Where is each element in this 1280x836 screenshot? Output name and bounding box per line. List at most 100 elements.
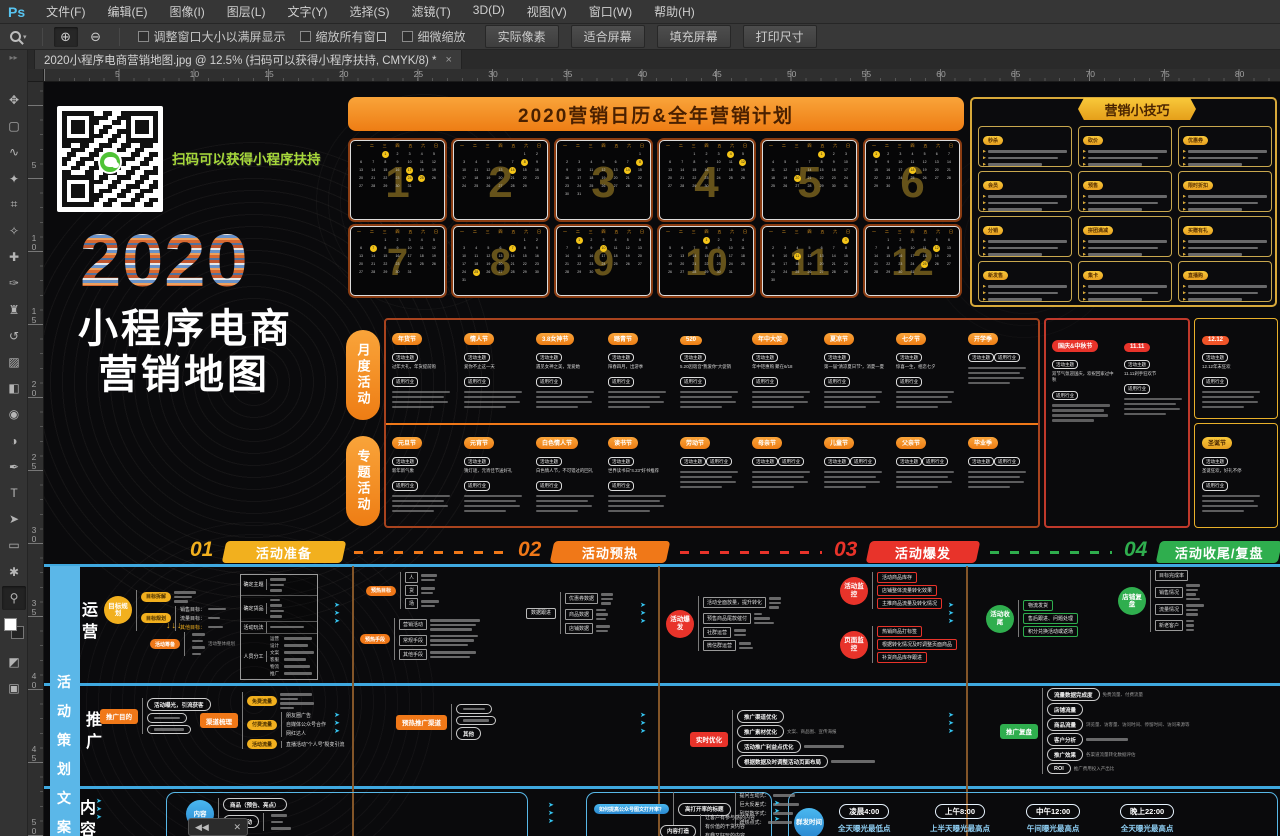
crop-tool[interactable]: ⌗ xyxy=(2,193,26,217)
mindmap-branch xyxy=(189,639,205,644)
date-cell: 4 xyxy=(906,150,918,158)
gradient-tool[interactable]: ◧ xyxy=(2,376,26,400)
menu-3D(D)[interactable]: 3D(D) xyxy=(462,0,516,23)
brush-tool[interactable]: ✑ xyxy=(2,271,26,295)
mindmap-branch: 根据转化情况及时调整页面商品 xyxy=(877,639,957,650)
rewind-icon[interactable]: ◀◀ xyxy=(195,822,209,833)
foreground-color-swatch[interactable] xyxy=(4,618,17,631)
floating-controls[interactable]: ◀◀ ✕ xyxy=(188,818,248,836)
date: 6 xyxy=(669,160,671,164)
date-cell: 31 xyxy=(404,182,416,190)
date-cell: 3 xyxy=(404,236,416,244)
menu-文字(Y)[interactable]: 文字(Y) xyxy=(276,0,338,23)
menu-窗口(W)[interactable]: 窗口(W) xyxy=(578,0,643,23)
weekday: 四 xyxy=(910,143,914,149)
button-实际像素[interactable]: 实际像素 xyxy=(485,25,559,48)
date-cell: 24 xyxy=(458,182,470,190)
mindmap-branch: 微信群运营 xyxy=(703,640,781,651)
calendar-month: 5一二三四五六日12345678910111213141516171819202… xyxy=(762,140,857,220)
date-cell: 14 xyxy=(507,252,519,260)
date: 29 xyxy=(523,184,527,188)
sub-row: 物流 xyxy=(270,664,314,670)
weekday-header: 一二三四五六日 xyxy=(664,229,749,236)
mindmap-branch: 人 xyxy=(405,572,439,583)
menu-文件(F)[interactable]: 文件(F) xyxy=(35,0,96,23)
event-name: 踏青节 xyxy=(608,333,638,345)
marquee-tool[interactable]: ▢ xyxy=(2,114,26,138)
date-cell: 11 xyxy=(470,252,482,260)
dodge-tool[interactable]: ◑ xyxy=(2,429,26,453)
menu-滤镜(T)[interactable]: 滤镜(T) xyxy=(400,0,461,23)
event-column: 12.12活动主题12.12年末狂欢适用行业 xyxy=(1202,328,1272,411)
weekday: 一 xyxy=(872,229,876,235)
checkbox-icon xyxy=(300,31,311,42)
option-checkbox[interactable]: 缩放所有窗口 xyxy=(300,28,388,45)
zoom-in-button[interactable]: ⊕ xyxy=(54,27,78,47)
menu-视图(V)[interactable]: 视图(V) xyxy=(516,0,578,23)
date-cell: 25 xyxy=(919,260,931,268)
skeleton-line xyxy=(1186,593,1196,596)
menu-图层(L)[interactable]: 图层(L) xyxy=(216,0,277,23)
menu-帮助(H)[interactable]: 帮助(H) xyxy=(643,0,706,23)
highlighted-date: 20 xyxy=(794,175,801,182)
option-checkbox[interactable]: 调整窗口大小以满屏显示 xyxy=(138,28,286,45)
theme-text: 白色情人节，不可错过的回礼 xyxy=(536,468,602,474)
date: 6 xyxy=(500,246,502,250)
date: 27 xyxy=(935,176,939,180)
move-tool[interactable]: ✥ xyxy=(2,88,26,112)
mindmap-children: 目标完成率销售情况流量情况新老客户 xyxy=(1150,570,1204,632)
bullet-icon xyxy=(1083,156,1086,159)
button-填充屏幕[interactable]: 填充屏幕 xyxy=(657,25,731,48)
eraser-tool[interactable]: ▨ xyxy=(2,350,26,374)
path-select-tool[interactable]: ➤ xyxy=(2,507,26,531)
date: 13 xyxy=(680,254,684,258)
lasso-tool[interactable]: ∿ xyxy=(2,140,26,164)
weekday: 日 xyxy=(640,229,644,235)
weekday: 六 xyxy=(936,143,940,149)
bullet-icon xyxy=(1083,150,1086,153)
date-cell: 27 xyxy=(355,268,367,276)
blur-tool[interactable]: ◉ xyxy=(2,402,26,426)
button-打印尺寸[interactable]: 打印尺寸 xyxy=(743,25,817,48)
panel-grip[interactable]: ▸▸ xyxy=(0,50,27,62)
hand-tool[interactable]: ✱ xyxy=(2,560,26,584)
option-checkbox[interactable]: 细微缩放 xyxy=(402,28,466,45)
button-适合屏幕[interactable]: 适合屏幕 xyxy=(571,25,645,48)
arrow-icon: ➤ xyxy=(640,720,646,727)
menu-选择(S)[interactable]: 选择(S) xyxy=(338,0,400,23)
eyedropper-tool[interactable]: ✧ xyxy=(2,219,26,243)
date: 30 xyxy=(396,270,400,274)
date: 10 xyxy=(844,160,848,164)
menu-图像(I)[interactable]: 图像(I) xyxy=(158,0,215,23)
mindmap-node: 主推商品流量及转化情况 xyxy=(877,598,942,609)
zoom-tool-preset[interactable]: ▾ xyxy=(6,31,31,42)
weekday: 日 xyxy=(846,229,850,235)
mindmap-node: 数据跟进 xyxy=(526,608,556,619)
clone-stamp-tool[interactable]: ♜ xyxy=(2,298,26,322)
shape-tool[interactable]: ▭ xyxy=(2,533,26,557)
history-brush-tool[interactable]: ↺ xyxy=(2,324,26,348)
close-icon[interactable]: ✕ xyxy=(233,822,241,833)
bullet-icon xyxy=(1083,253,1086,256)
menu-编辑(E)[interactable]: 编辑(E) xyxy=(96,0,158,23)
screen-mode-button[interactable]: ▣ xyxy=(2,676,26,700)
quick-mask-button[interactable]: ◩ xyxy=(2,650,26,674)
tab-close-icon[interactable]: × xyxy=(446,54,452,66)
date-cell: 15 xyxy=(816,166,828,174)
document-tab[interactable]: 2020小程序电商营销地图.jpg @ 12.5% (扫码可以获得小程序扶持, … xyxy=(34,50,462,69)
date-cell: 8 xyxy=(519,244,531,252)
date-cell: 11 xyxy=(725,158,737,166)
quick-select-tool[interactable]: ✦ xyxy=(2,167,26,191)
date: 27 xyxy=(499,184,503,188)
date: 25 xyxy=(420,262,424,266)
ruler-number: 25 xyxy=(29,452,39,470)
date-cell: 2 xyxy=(561,158,573,166)
mindmap-label: 有趣又好玩的内容 xyxy=(705,832,745,836)
zoom-tool[interactable]: ⚲ xyxy=(2,586,26,610)
pen-tool[interactable]: ✒ xyxy=(2,455,26,479)
date-cell: 1 xyxy=(519,236,531,244)
healing-brush-tool[interactable]: ✚ xyxy=(2,245,26,269)
type-tool[interactable]: T xyxy=(2,481,26,505)
mindmap-node: 其他手段 xyxy=(399,649,427,660)
zoom-out-button[interactable]: ⊖ xyxy=(84,27,108,47)
